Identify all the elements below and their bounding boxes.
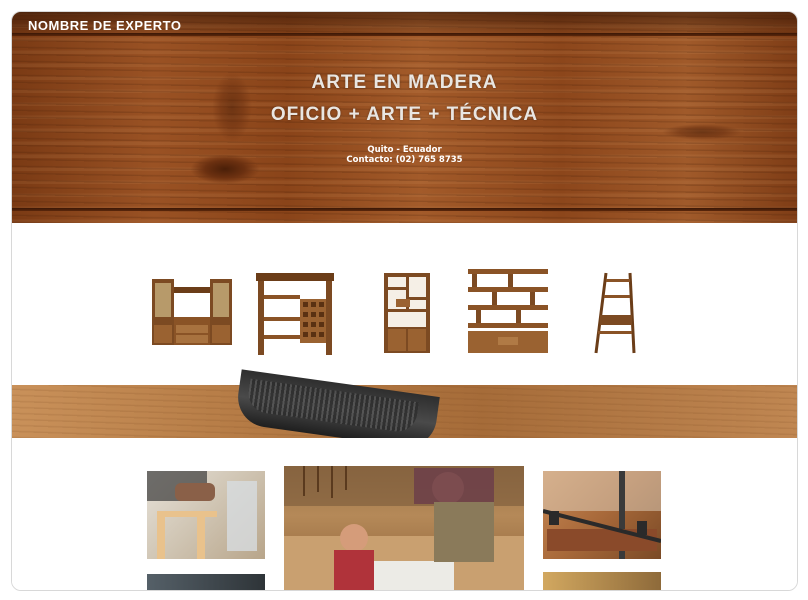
plank-seam — [12, 33, 797, 36]
hero-tagline: OFICIO + ARTE + TÉCNICA — [270, 104, 539, 125]
furniture-gallery — [12, 223, 797, 385]
hero-location: Quito - Ecuador — [367, 145, 442, 155]
plank-seam — [12, 208, 797, 211]
photo-carpenters-working[interactable] — [284, 466, 524, 590]
photo-bottom-left[interactable] — [147, 574, 265, 590]
photo-chair-assembly[interactable] — [147, 471, 265, 559]
workshop-banner — [12, 369, 797, 451]
hero-title: ARTE EN MADERA — [311, 72, 498, 93]
workshop-photo-grid — [12, 438, 797, 590]
hero-banner: NOMBRE DE EXPERTO ARTE EN MADERA OFICIO … — [12, 12, 797, 223]
ladder-shelf-icon[interactable] — [592, 271, 636, 355]
open-shelf-icon[interactable] — [468, 269, 548, 357]
brand-name[interactable]: NOMBRE DE EXPERTO — [28, 18, 181, 33]
wall-unit-icon[interactable] — [152, 277, 232, 347]
wood-knot — [662, 124, 742, 140]
hero-contact[interactable]: Contacto: (02) 765 8735 — [12, 155, 797, 165]
bookcase-icon[interactable] — [384, 273, 430, 353]
page-frame: NOMBRE DE EXPERTO ARTE EN MADERA OFICIO … — [11, 11, 798, 591]
photo-bottom-right[interactable] — [543, 572, 661, 590]
photo-clamped-boards[interactable] — [543, 471, 661, 559]
wine-cabinet-icon[interactable] — [256, 273, 334, 355]
